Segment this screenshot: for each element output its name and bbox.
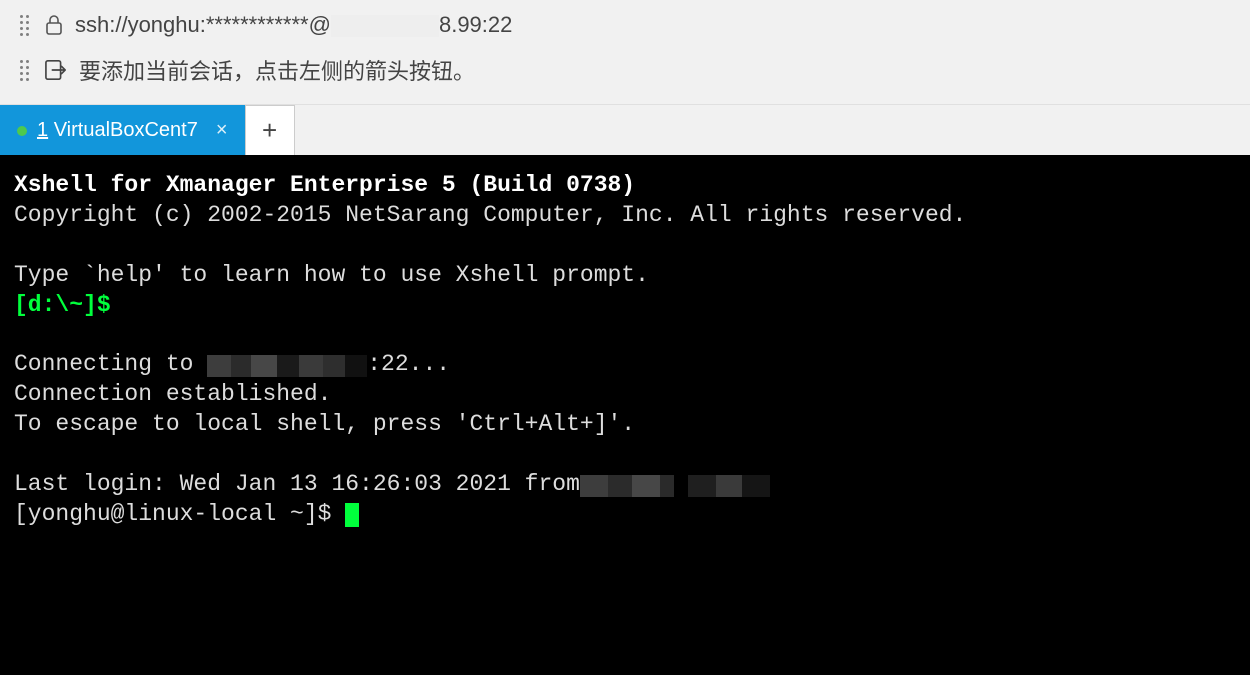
terminal-output[interactable]: Xshell for Xmanager Enterprise 5 (Build … [0, 155, 1250, 675]
drag-handle-icon[interactable] [20, 15, 29, 36]
drag-handle-icon[interactable] [20, 60, 29, 81]
terminal-line: To escape to local shell, press 'Ctrl+Al… [14, 411, 635, 437]
tab-session-1[interactable]: 1 VirtualBoxCent7 × [0, 105, 245, 155]
address-suffix: 8.99:22 [439, 12, 512, 37]
terminal-line: Copyright (c) 2002-2015 NetSarang Comput… [14, 202, 966, 228]
terminal-line: Last login: Wed Jan 13 16:26:03 2021 fro… [14, 471, 580, 497]
terminal-line: Connecting to [14, 351, 207, 377]
shell-prompt: [yonghu@linux-local ~]$ [14, 501, 345, 527]
close-tab-button[interactable]: × [216, 119, 228, 142]
redacted-from [580, 475, 770, 497]
terminal-line: Connection established. [14, 381, 331, 407]
redacted-ip [331, 15, 439, 37]
address-at: @ [309, 12, 331, 37]
terminal-line: Type `help' to learn how to use Xshell p… [14, 262, 649, 288]
lock-icon [45, 16, 63, 34]
plus-icon: + [262, 115, 277, 146]
hint-text: 要添加当前会话，点击左侧的箭头按钮。 [79, 54, 475, 86]
new-tab-button[interactable]: + [245, 105, 295, 155]
redacted-host [207, 355, 367, 377]
tab-number: 1 [37, 119, 48, 141]
local-prompt: [d:\~]$ [14, 292, 111, 318]
terminal-line: Xshell for Xmanager Enterprise 5 (Build … [14, 172, 635, 198]
address-prefix: ssh://yonghu: [75, 12, 206, 37]
address-bar[interactable]: ssh://yonghu:************@8.99:22 [75, 12, 512, 38]
cursor-icon [345, 503, 359, 527]
tab-bar: 1 VirtualBoxCent7 × + [0, 105, 1250, 155]
terminal-line: :22... [367, 351, 450, 377]
tab-label: VirtualBoxCent7 [54, 119, 198, 141]
connected-status-icon [17, 126, 27, 136]
add-session-arrow-icon[interactable] [45, 59, 67, 81]
address-mask: ************ [206, 12, 309, 37]
